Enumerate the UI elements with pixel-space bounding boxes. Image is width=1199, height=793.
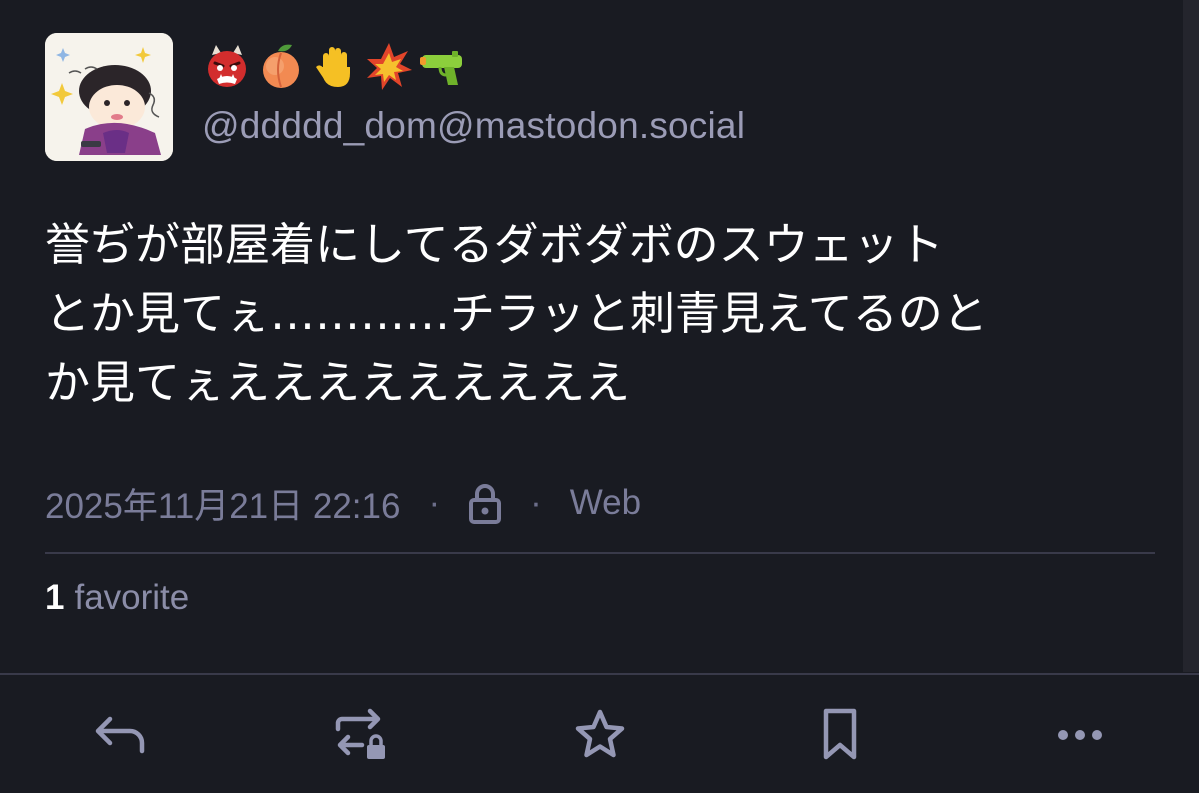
account-handle[interactable]: @ddddd_dom@mastodon.social xyxy=(202,105,745,147)
favourite-button[interactable] xyxy=(570,705,630,765)
more-ellipsis-icon xyxy=(1058,730,1102,740)
peach-emoji xyxy=(263,44,299,88)
separator: · xyxy=(428,483,441,522)
more-button[interactable] xyxy=(1050,705,1110,765)
bookmark-button[interactable] xyxy=(810,705,870,765)
ogre-emoji xyxy=(208,45,246,87)
favorites-label: favorite xyxy=(74,578,190,617)
status-meta: 2025年11月21日 22:16 · · Web xyxy=(45,477,641,529)
status-line: とか見てぇ…………チラッと刺青見えてるのと xyxy=(45,287,988,340)
divider xyxy=(45,552,1155,554)
boost-button[interactable] xyxy=(330,705,390,765)
reply-icon xyxy=(95,716,145,754)
separator: · xyxy=(530,483,542,522)
timestamp-link[interactable]: 2025年11月21日 22:16 xyxy=(45,478,400,529)
favorites-count: 1 xyxy=(45,578,65,617)
avatar-illustration xyxy=(45,33,173,161)
status-detail-page: @ddddd_dom@mastodon.social 誉ぢが部屋着にしてるダボダ… xyxy=(0,0,1199,793)
action-bar xyxy=(0,673,1199,793)
status-line: か見てぇえええええええええ xyxy=(45,356,631,409)
favorites-link[interactable]: 1 favorite xyxy=(45,578,189,618)
application-name[interactable]: Web xyxy=(570,483,641,523)
collision-emoji xyxy=(367,43,412,90)
display-name[interactable] xyxy=(202,40,468,92)
status-line: 誉ぢが部屋着にしてるダボダボのスウェット xyxy=(45,218,944,271)
status-content: 誉ぢが部屋着にしてるダボダボのスウェット とか見てぇ…………チラッと刺青見えてる… xyxy=(45,210,1155,417)
boost-locked-icon xyxy=(335,708,385,759)
raised-hand-emoji xyxy=(316,47,350,87)
avatar[interactable] xyxy=(45,33,173,161)
scrollbar[interactable] xyxy=(1183,0,1199,672)
lock-icon xyxy=(468,482,502,524)
water-pistol-emoji xyxy=(420,51,462,85)
favourite-star-icon xyxy=(575,709,625,758)
bookmark-icon xyxy=(823,708,857,760)
reply-button[interactable] xyxy=(90,705,150,765)
